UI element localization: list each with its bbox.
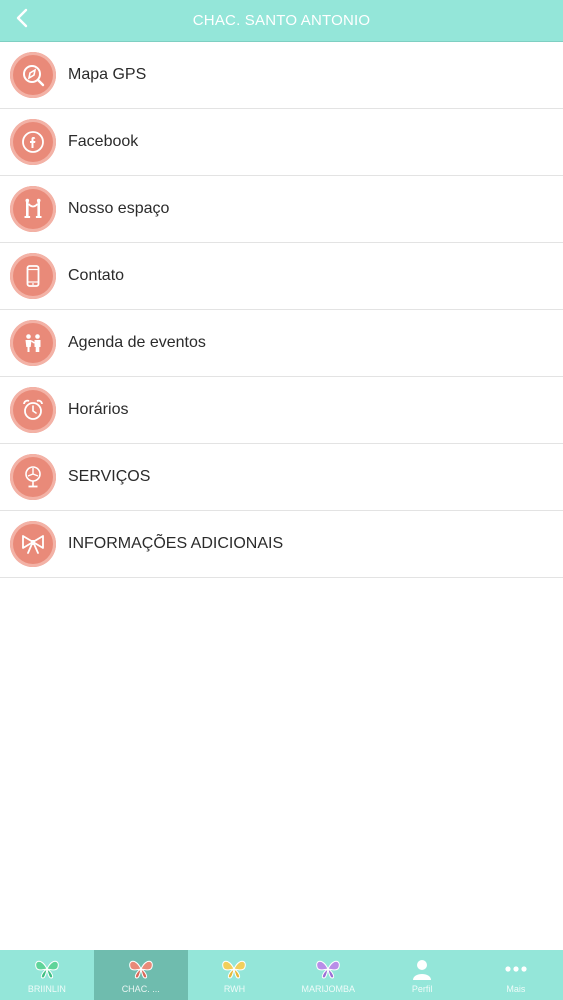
menu-item-label: Contato bbox=[68, 267, 125, 284]
butterfly-red-icon bbox=[128, 957, 154, 981]
tab-briinlin[interactable]: BRIINLIN bbox=[0, 950, 94, 1000]
facebook-icon bbox=[10, 119, 56, 165]
tab-label: BRIINLIN bbox=[27, 984, 66, 994]
alarm-clock-icon bbox=[10, 387, 56, 433]
menu-item-label: INFORMAÇÕES ADICIONAIS bbox=[68, 535, 284, 552]
app-screen: CHAC. SANTO ANTONIO Mapa GPS Facebook No… bbox=[0, 0, 563, 1000]
more-dots-icon bbox=[503, 957, 529, 981]
butterfly-purple-icon bbox=[315, 957, 341, 981]
tab-label: RWH bbox=[223, 984, 246, 994]
butterfly-green-icon bbox=[34, 957, 60, 981]
stanchion-icon bbox=[10, 186, 56, 232]
phone-icon bbox=[10, 253, 56, 299]
tab-mais[interactable]: Mais bbox=[469, 950, 563, 1000]
menu-item-horarios[interactable]: Horários bbox=[0, 377, 563, 444]
tab-label: CHAC. ... bbox=[121, 984, 160, 994]
menu-item-facebook[interactable]: Facebook bbox=[0, 109, 563, 176]
menu-item-label: Horários bbox=[68, 401, 129, 418]
menu-item-nosso-espaco[interactable]: Nosso espaço bbox=[0, 176, 563, 243]
tab-label: Mais bbox=[506, 984, 526, 994]
menu-item-label: Nosso espaço bbox=[68, 200, 170, 217]
user-icon bbox=[409, 957, 435, 981]
tab-chac[interactable]: CHAC. ... bbox=[93, 950, 188, 1000]
people-icon bbox=[10, 320, 56, 366]
page-title: CHAC. SANTO ANTONIO bbox=[192, 12, 371, 29]
menu-item-label: Agenda de eventos bbox=[68, 334, 206, 351]
tab-rwh[interactable]: RWH bbox=[188, 950, 282, 1000]
menu-item-agenda-de-eventos[interactable]: Agenda de eventos bbox=[0, 310, 563, 377]
bow-icon bbox=[10, 521, 56, 567]
tab-marijomba[interactable]: MARIJOMBA bbox=[281, 950, 375, 1000]
nav-header: CHAC. SANTO ANTONIO bbox=[0, 0, 563, 42]
bottom-tab-bar: BRIINLIN CHAC. ... RWH MARIJOMBA Perfil … bbox=[0, 950, 563, 1000]
menu-item-contato[interactable]: Contato bbox=[0, 243, 563, 310]
fan-icon bbox=[10, 454, 56, 500]
compass-icon bbox=[10, 52, 56, 98]
tab-label: MARIJOMBA bbox=[301, 984, 356, 994]
tab-label: Perfil bbox=[411, 984, 433, 994]
menu-item-label: Facebook bbox=[68, 133, 139, 150]
butterfly-yellow-icon bbox=[221, 957, 247, 981]
menu-item-informacoes-adicionais[interactable]: INFORMAÇÕES ADICIONAIS bbox=[0, 511, 563, 578]
menu-item-label: Mapa GPS bbox=[68, 66, 147, 83]
menu-list: Mapa GPS Facebook Nosso espaço Contato A… bbox=[0, 42, 563, 578]
tab-perfil[interactable]: Perfil bbox=[375, 950, 469, 1000]
menu-item-mapa-gps[interactable]: Mapa GPS bbox=[0, 42, 563, 109]
menu-item-servicos[interactable]: SERVIÇOS bbox=[0, 444, 563, 511]
menu-item-label: SERVIÇOS bbox=[68, 468, 151, 485]
